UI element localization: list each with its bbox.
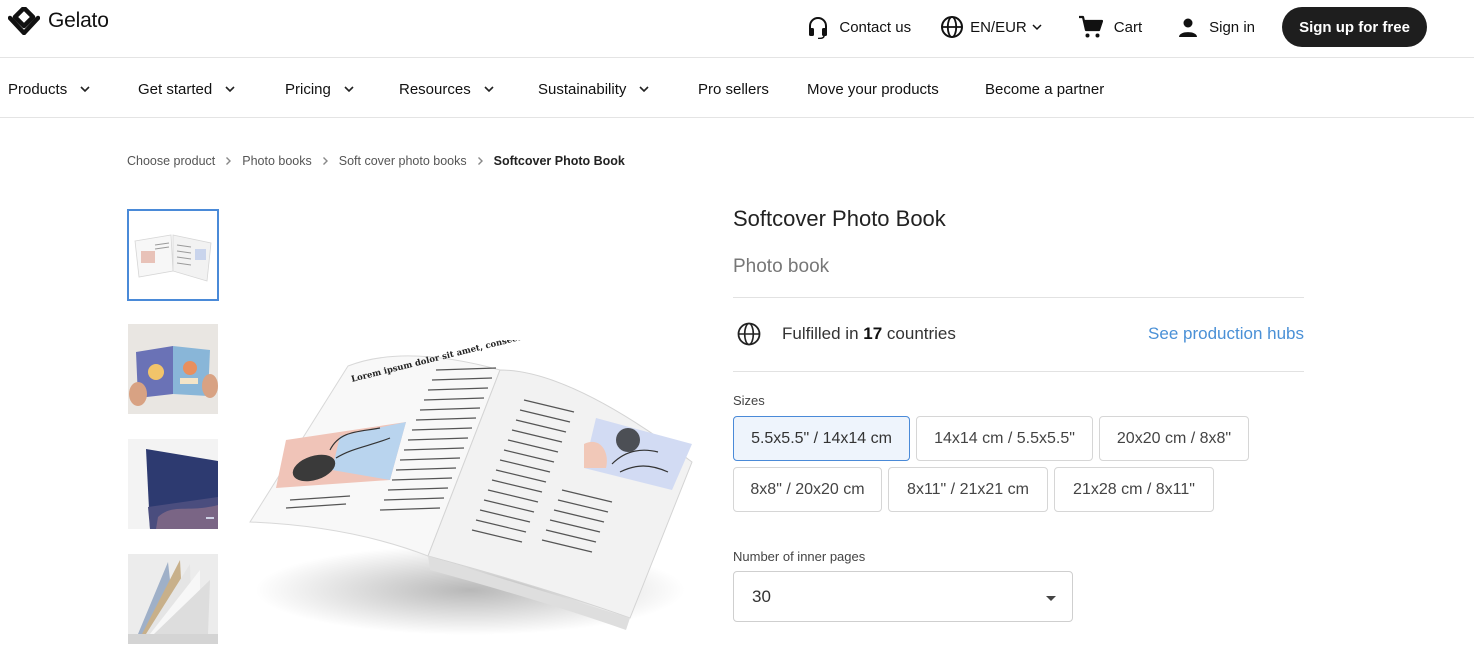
nav-label: Sustainability	[538, 80, 627, 98]
nav-label: Products	[8, 80, 68, 98]
chevron-down-icon	[639, 86, 649, 93]
divider	[733, 371, 1304, 372]
sizes-label: Sizes	[733, 393, 765, 408]
chevron-down-icon	[484, 86, 494, 93]
chevron-right-icon	[322, 156, 329, 166]
chevron-down-icon	[1032, 24, 1042, 31]
cart-icon	[1078, 15, 1103, 38]
size-option-20x20[interactable]: 20x20 cm / 8x8"	[1099, 416, 1249, 461]
thumbnail-3[interactable]	[128, 439, 218, 529]
hands-holding-book-thumbnail-image	[128, 324, 218, 414]
nav-item-resources[interactable]: Resources	[399, 78, 495, 100]
nav-item-move-products[interactable]: Move your products	[807, 78, 939, 100]
logo[interactable]: Gelato	[8, 7, 109, 35]
book-pages-flip-thumbnail-image	[128, 554, 218, 644]
thumbnail-4[interactable]	[128, 554, 218, 644]
main-nav: Products Get started Pricing Resources S…	[0, 59, 1474, 118]
nav-item-pro-sellers[interactable]: Pro sellers	[698, 78, 769, 100]
chevron-right-icon	[477, 156, 484, 166]
top-header: Gelato Contact us EN/EUR Cart Sign in Si…	[0, 0, 1474, 58]
locale-selector[interactable]: EN/EUR	[940, 15, 1043, 39]
nav-label: Pro sellers	[698, 80, 769, 98]
nav-item-pricing[interactable]: Pricing	[285, 78, 355, 100]
nav-label: Move your products	[807, 80, 939, 98]
nav-item-products[interactable]: Products	[8, 78, 91, 100]
breadcrumb-photo-books[interactable]: Photo books	[242, 154, 312, 168]
cart-link[interactable]: Cart	[1078, 15, 1142, 39]
caret-down-icon	[1046, 596, 1056, 601]
contact-label: Contact us	[839, 18, 912, 36]
divider	[733, 297, 1304, 298]
cart-label: Cart	[1113, 18, 1143, 36]
breadcrumb-current: Softcover Photo Book	[493, 154, 625, 168]
nav-label: Become a partner	[985, 80, 1105, 98]
breadcrumb-choose-product[interactable]: Choose product	[127, 154, 215, 168]
nav-label: Pricing	[285, 80, 331, 98]
nav-label: Resources	[399, 80, 471, 98]
globe-icon	[941, 16, 964, 38]
signin-label: Sign in	[1209, 18, 1255, 36]
locale-label: EN/EUR	[970, 18, 1027, 36]
size-option-21x28[interactable]: 21x28 cm / 8x11"	[1054, 467, 1214, 512]
fulfilled-text: Fulfilled in 17 countries	[782, 324, 956, 343]
size-option-5-5x5-5[interactable]: 5.5x5.5" / 14x14 cm	[733, 416, 910, 461]
user-icon	[1179, 18, 1198, 37]
signin-link[interactable]: Sign in	[1177, 16, 1255, 38]
top-links: Contact us EN/EUR Cart Sign in Sign up f…	[806, 7, 1427, 47]
see-production-hubs-link[interactable]: See production hubs	[1148, 324, 1304, 344]
chevron-down-icon	[225, 86, 235, 93]
inner-pages-label: Number of inner pages	[733, 549, 866, 564]
nav-item-become-partner[interactable]: Become a partner	[985, 78, 1104, 100]
gelato-logo-icon	[8, 7, 40, 35]
main-product-image: Lorem ipsum dolor sit amet, consectetur …	[249, 340, 700, 635]
size-option-8x8[interactable]: 8x8" / 20x20 cm	[733, 467, 882, 512]
globe-icon	[737, 322, 761, 346]
contact-link[interactable]: Contact us	[806, 15, 911, 39]
chevron-right-icon	[225, 156, 232, 166]
size-option-8x11[interactable]: 8x11" / 21x21 cm	[888, 467, 1048, 512]
product-title: Softcover Photo Book	[733, 206, 946, 231]
headset-icon	[809, 17, 828, 39]
nav-item-sustainability[interactable]: Sustainability	[538, 78, 650, 100]
chevron-down-icon	[80, 86, 90, 93]
inner-pages-value: 30	[752, 586, 771, 606]
thumbnail-1[interactable]	[127, 209, 219, 301]
nav-label: Get started	[138, 80, 213, 98]
fulfilled-info: Fulfilled in 17 countries	[737, 322, 956, 346]
breadcrumb-soft-cover[interactable]: Soft cover photo books	[339, 154, 467, 168]
inner-pages-select[interactable]: 30	[733, 571, 1073, 622]
size-option-14x14[interactable]: 14x14 cm / 5.5x5.5"	[916, 416, 1093, 461]
logo-text: Gelato	[48, 9, 109, 32]
signup-button[interactable]: Sign up for free	[1282, 7, 1427, 47]
chevron-down-icon	[344, 86, 354, 93]
nav-item-get-started[interactable]: Get started	[138, 78, 236, 100]
open-book-thumbnail-image	[129, 211, 217, 299]
thumbnail-2[interactable]	[128, 324, 218, 414]
breadcrumb: Choose product Photo books Soft cover ph…	[127, 152, 625, 170]
product-subtitle: Photo book	[733, 256, 830, 277]
night-sky-cover-thumbnail-image	[128, 439, 218, 529]
